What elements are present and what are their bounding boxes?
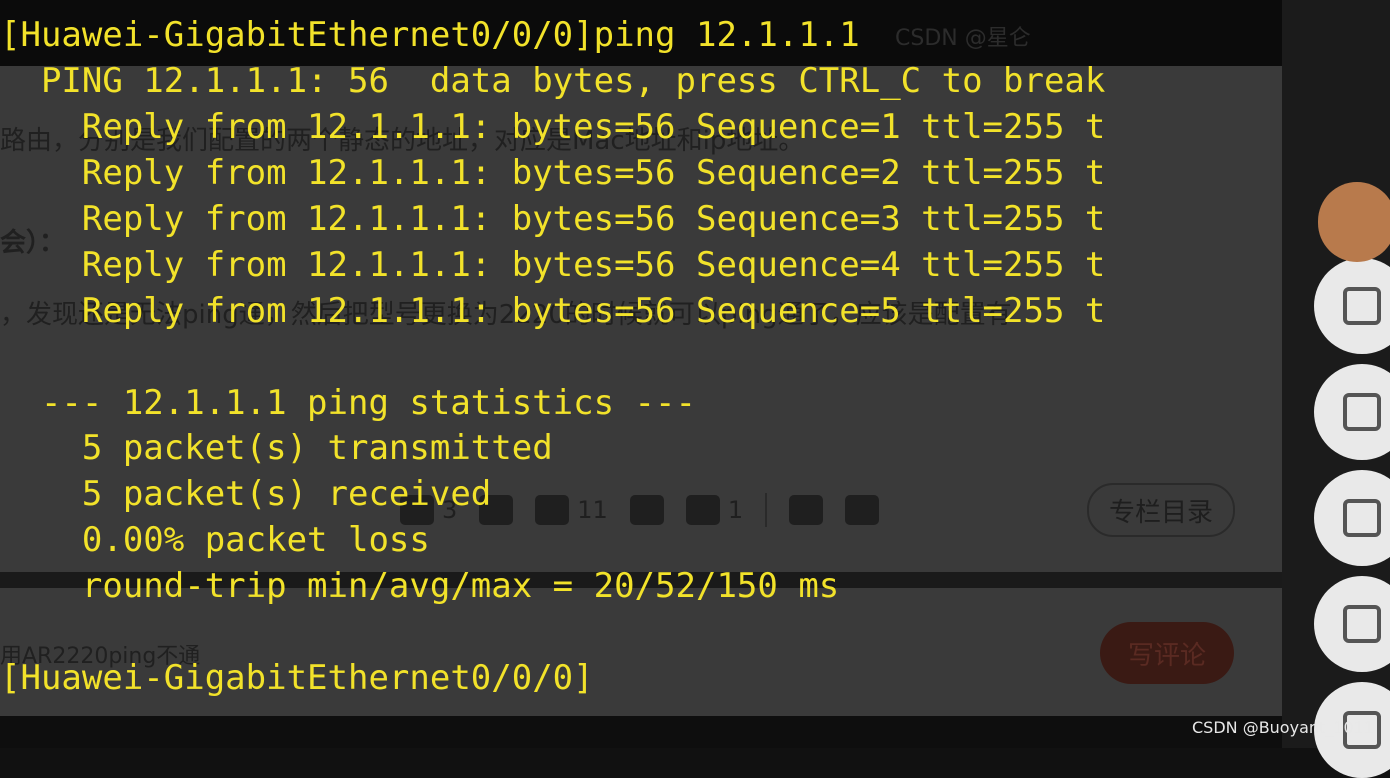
loss-text: 0.00% packet loss: [0, 520, 430, 560]
stats-header: --- 12.1.1.1 ping statistics ---: [0, 383, 696, 423]
rtt-line: round-trip min/avg/max = 20/52/150 ms: [0, 563, 839, 609]
ping-header-line: PING 12.1.1.1: 56 data bytes, press CTRL…: [0, 58, 1105, 104]
reply-text: Reply from 12.1.1.1: bytes=56 Sequence=5…: [0, 291, 1106, 331]
reply-text: Reply from 12.1.1.1: bytes=56 Sequence=1…: [0, 107, 1106, 147]
end-prompt: [Huawei-GigabitEthernet0/0/0]: [0, 658, 594, 698]
ping-command: [Huawei-GigabitEthernet0/0/0]ping 12.1.1…: [0, 15, 860, 55]
yen-icon: [629, 495, 664, 525]
reply-line: Reply from 12.1.1.1: bytes=56 Sequence=3…: [0, 196, 1106, 242]
write-comment-button[interactable]: 写评论: [1100, 622, 1234, 684]
star-icon: [535, 495, 570, 525]
sidebar-edit-button[interactable]: [1314, 576, 1390, 672]
ping-header: PING 12.1.1.1: 56 data bytes, press CTRL…: [0, 61, 1106, 101]
column-directory-button[interactable]: 专栏目录: [1087, 483, 1235, 537]
reply-line: Reply from 12.1.1.1: bytes=56 Sequence=1…: [0, 104, 1106, 150]
stats-header-line: --- 12.1.1.1 ping statistics ---: [0, 380, 696, 426]
comment-count: 1: [727, 496, 744, 524]
reply-line: Reply from 12.1.1.1: bytes=56 Sequence=5…: [0, 288, 1106, 334]
edit-icon: [1343, 605, 1381, 643]
reply-text: Reply from 12.1.1.1: bytes=56 Sequence=4…: [0, 245, 1106, 285]
share-icon: [789, 495, 824, 525]
terminal-prompt-line: [Huawei-GigabitEthernet0/0/0]ping 12.1.1…: [0, 12, 860, 58]
bottom-dark-strip: [0, 716, 1282, 748]
chart-icon: [1343, 287, 1381, 325]
reply-text: Reply from 12.1.1.1: bytes=56 Sequence=3…: [0, 199, 1106, 239]
comment-icon: [685, 495, 720, 525]
document-icon: [1343, 393, 1381, 431]
pdf-icon: [845, 495, 880, 525]
rtt-text: round-trip min/avg/max = 20/52/150 ms: [0, 566, 840, 606]
sidebar-doc-button[interactable]: [1314, 364, 1390, 460]
sidebar-clipboard-button[interactable]: [1314, 470, 1390, 566]
loss-line: 0.00% packet loss: [0, 517, 430, 563]
reply-text: Reply from 12.1.1.1: bytes=56 Sequence=2…: [0, 153, 1106, 193]
csdn-watermark: CSDN @星仑: [895, 26, 1031, 51]
terminal-end-prompt-line: [Huawei-GigabitEthernet0/0/0]: [0, 655, 594, 701]
favorite-count: 11: [577, 496, 608, 524]
comment-count-button[interactable]: 1: [685, 495, 744, 525]
share-button[interactable]: [789, 495, 824, 525]
mascot-avatar[interactable]: [1318, 182, 1390, 262]
reply-line: Reply from 12.1.1.1: bytes=56 Sequence=2…: [0, 150, 1106, 196]
csdn-credit: CSDN @Buoyant_1011: [1191, 718, 1374, 737]
received-line: 5 packet(s) received: [0, 471, 491, 517]
reward-button[interactable]: [629, 495, 664, 525]
pdf-button[interactable]: [845, 495, 880, 525]
transmitted-line: 5 packet(s) transmitted: [0, 425, 553, 471]
reply-line: Reply from 12.1.1.1: bytes=56 Sequence=4…: [0, 242, 1106, 288]
transmitted-text: 5 packet(s) transmitted: [0, 428, 553, 468]
received-text: 5 packet(s) received: [0, 474, 492, 514]
right-sidebar: B: [1282, 0, 1390, 778]
clipboard-icon: [1343, 499, 1381, 537]
favorite-button[interactable]: 11: [535, 495, 608, 525]
toolbar-divider: [765, 493, 768, 527]
sidebar-chart-button[interactable]: [1314, 258, 1390, 354]
